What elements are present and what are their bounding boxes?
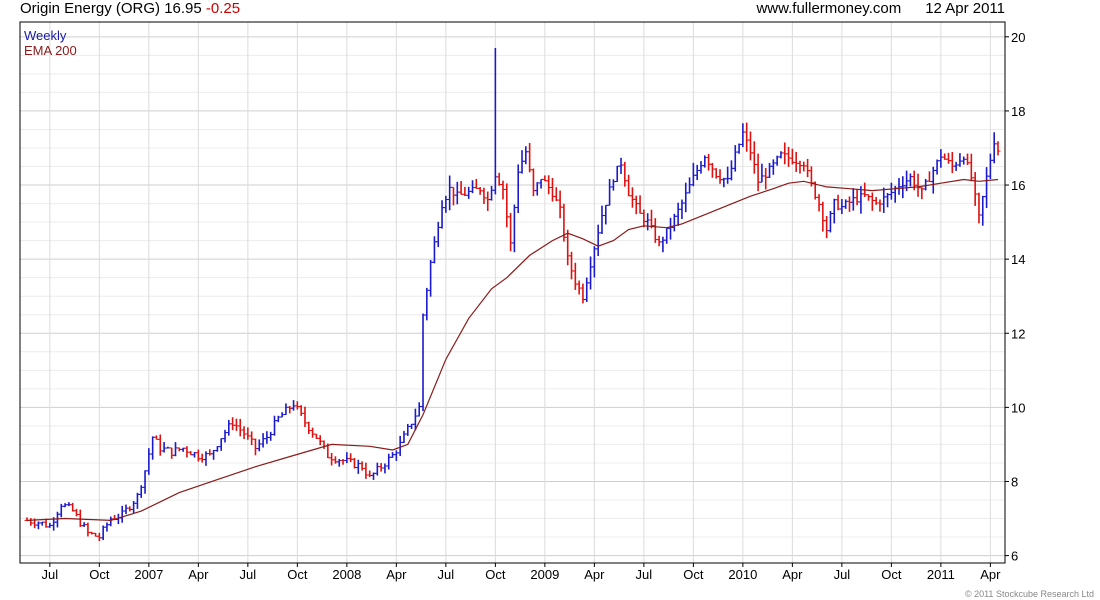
x-tick-label: Oct	[683, 567, 704, 582]
x-tick-label: Apr	[782, 567, 803, 582]
x-tick-label: Apr	[980, 567, 1001, 582]
x-tick-label: Oct	[287, 567, 308, 582]
y-tick-label: 16	[1011, 178, 1025, 193]
ema-200-line	[26, 178, 999, 522]
x-tick-label: Jul	[636, 567, 653, 582]
x-tick-label: 2011	[927, 567, 955, 582]
copyright: © 2011 Stockcube Research Ltd	[964, 589, 1094, 599]
x-tick-label: Oct	[881, 567, 902, 582]
weekly-candles	[24, 47, 1001, 542]
y-tick-label: 20	[1011, 30, 1025, 45]
y-tick-label: 8	[1011, 474, 1018, 489]
legend-ema: EMA 200	[24, 43, 77, 58]
y-tick-label: 14	[1011, 252, 1025, 267]
x-tick-label: 2007	[134, 567, 163, 582]
x-axis: Jul Oct 2007 Apr Jul Oct 2008 Apr Jul Oct 2009 Apr J…	[42, 563, 1001, 582]
y-tick-label: 6	[1011, 549, 1018, 564]
x-tick-label: Apr	[386, 567, 407, 582]
x-tick-label: Jul	[438, 567, 455, 582]
x-tick-label: 2009	[530, 567, 559, 582]
x-tick-label: Oct	[485, 567, 506, 582]
price-chart: 6 8 10 12 14 16 18 20 Jul Oct 2007 Apr Jul Oct 2008 Ap…	[19, 21, 1025, 582]
x-tick-label: 2010	[728, 567, 757, 582]
x-tick-label: Jul	[834, 567, 851, 582]
x-tick-label: Jul	[42, 567, 59, 582]
y-tick-label: 12	[1011, 326, 1025, 341]
y-tick-label: 18	[1011, 104, 1025, 119]
x-tick-label: Apr	[584, 567, 605, 582]
y-axis: 6 8 10 12 14 16 18 20	[1005, 30, 1025, 564]
x-tick-label: Oct	[89, 567, 110, 582]
y-tick-label: 10	[1011, 400, 1025, 415]
legend-weekly: Weekly	[24, 28, 67, 43]
x-tick-label: 2008	[332, 567, 361, 582]
x-tick-label: Apr	[188, 567, 209, 582]
x-tick-label: Jul	[240, 567, 257, 582]
legend: Weekly EMA 200	[24, 28, 77, 58]
grid-lines	[20, 22, 1005, 563]
